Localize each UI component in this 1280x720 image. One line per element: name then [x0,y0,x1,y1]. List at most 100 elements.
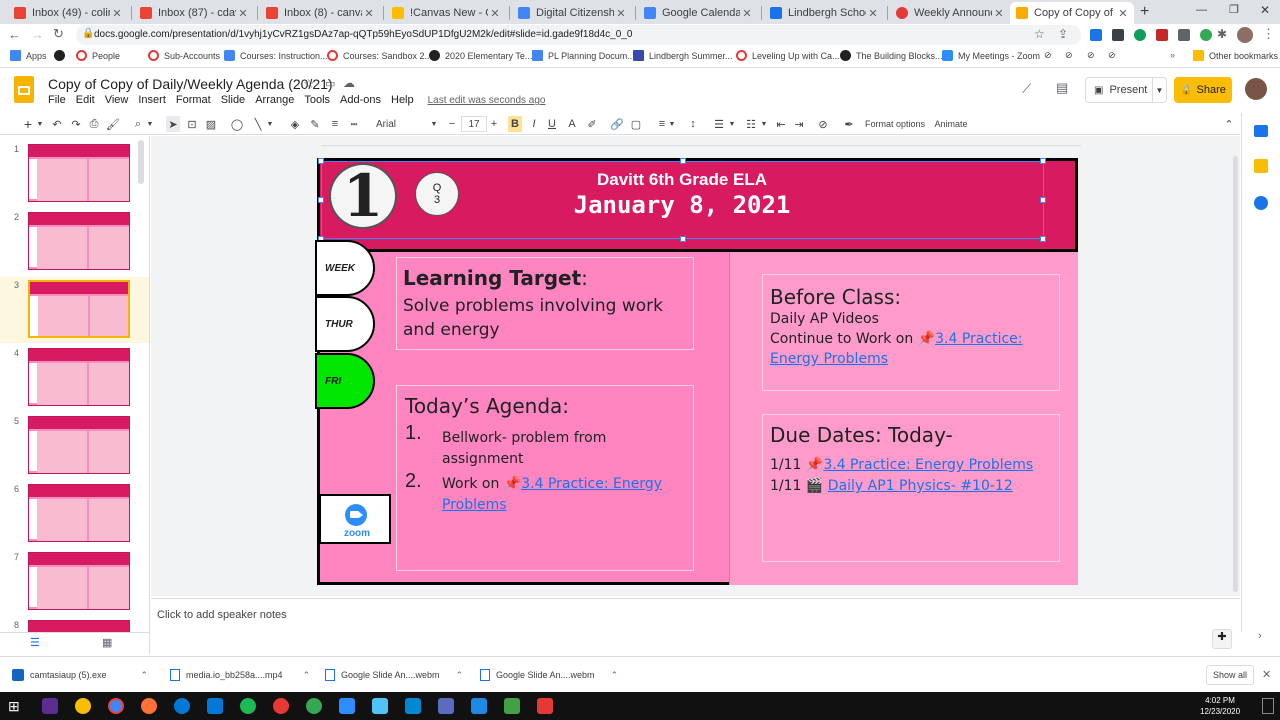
bookmark[interactable] [54,50,70,61]
teams-icon[interactable] [438,698,454,714]
bookmark[interactable]: Leveling Up with Ca... [736,50,840,61]
menu-tools[interactable]: Tools [304,94,330,106]
resize-handle[interactable] [318,158,324,164]
resize-handle[interactable] [680,158,686,164]
due-dates-box[interactable]: Due Dates: Today- 1/11 📌3.4 Practice: En… [762,414,1060,562]
slide-thumbnail[interactable] [28,552,130,610]
avatar[interactable] [1237,27,1253,43]
highlight-icon[interactable]: ✐ [585,116,599,132]
speaker-notes[interactable]: Click to add speaker notes [151,598,1240,632]
chevron-down-icon[interactable]: ▼ [430,116,438,132]
chevron-down-icon[interactable]: ▼ [145,116,155,132]
line-spacing-icon[interactable]: ↕ [686,116,700,132]
slide-thumbnail[interactable] [28,144,130,202]
user-avatar[interactable] [1245,78,1267,100]
chrome-icon[interactable] [75,698,91,714]
chevron-down-icon[interactable]: ▼ [36,116,44,132]
font-family-select[interactable]: Arial [376,116,431,132]
resize-handle[interactable] [1040,158,1046,164]
download-item[interactable]: Google Slide An....webm ⌃ [325,666,463,684]
maximize-icon[interactable]: ❐ [1229,3,1239,16]
menu-format[interactable]: Format [176,94,211,106]
bold-icon[interactable]: B [508,116,522,132]
border-color-icon[interactable]: ✎ [308,116,322,132]
menu-arrange[interactable]: Arrange [255,94,294,106]
activity-trend-icon[interactable]: ⟋ [1022,81,1031,97]
canvas-scrollbar[interactable] [1233,156,1238,592]
omnibox[interactable]: 🔒 docs.google.com/presentation/d/1vyhj1y… [76,25,1081,45]
animate-button[interactable]: Animate [933,116,969,132]
bookmark-globe-icon[interactable]: ⊘ [1065,50,1073,61]
close-icon[interactable]: ✕ [992,7,1006,20]
bookmark-globe-icon[interactable]: ⊘ [1087,50,1095,61]
text-box-icon[interactable]: ⊡ [185,116,199,132]
tab-thur[interactable]: THUR [315,296,375,352]
clear-formatting-icon[interactable]: ⊘ [816,116,830,132]
close-icon[interactable]: ✕ [1116,7,1130,20]
slide-thumbnail-selected[interactable] [28,280,130,338]
present-dropdown-icon[interactable]: ▼ [1152,78,1166,102]
bookmark[interactable]: The Building Blocks... [840,50,943,61]
undo-icon[interactable]: ↶ [50,116,64,132]
font-size-input[interactable]: 17 [461,116,487,132]
numbered-list-icon[interactable]: ☰ [712,116,726,132]
before-class-box[interactable]: Before Class: Daily AP Videos Continue t… [762,274,1060,391]
camtasia-icon[interactable] [504,698,520,714]
decrease-font-icon[interactable]: − [446,116,458,132]
clock[interactable]: 4:02 PM 12/23/2020 [1200,695,1240,717]
paint-format-icon[interactable]: 🖌 [106,116,120,132]
google-slides-logo-icon[interactable] [14,76,34,103]
redo-icon[interactable]: ↷ [69,116,83,132]
filmstrip-scrollbar[interactable] [138,140,144,184]
bookmark[interactable]: Lindbergh Summer... [633,50,733,61]
list-view-icon[interactable]: ☰ [30,636,40,649]
share-page-icon[interactable]: ⇪ [1058,27,1068,41]
app-icon[interactable] [273,698,289,714]
link-icon[interactable]: 🔗 [610,116,624,132]
keep-icon[interactable] [1254,159,1268,173]
grid-view-icon[interactable]: ▦ [102,636,112,649]
decrease-indent-icon[interactable]: ⇤ [774,116,788,132]
download-item[interactable]: camtasiaup (5).exe ⌃ [12,666,148,684]
image-icon[interactable]: ▨ [204,116,218,132]
chevron-down-icon[interactable]: ▼ [760,116,768,132]
window-close-icon[interactable]: ✕ [1260,3,1270,17]
close-icon[interactable]: ✕ [866,7,880,20]
tab-fri[interactable]: FRI [315,353,375,409]
resize-handle[interactable] [1040,197,1046,203]
extension-icon[interactable] [1156,29,1168,41]
pen-icon[interactable]: ✒ [842,116,856,132]
bookmark[interactable]: Courses: Instruction... [224,50,328,61]
slide-thumbnail[interactable] [28,484,130,542]
browser-tab[interactable]: Inbox (49) - colin.davitt ✕ [8,2,128,24]
tab-week[interactable]: WEEK [315,240,375,296]
extension-icon[interactable] [1112,29,1124,41]
download-item[interactable]: media.io_bb258a....mp4 ⌃ [170,666,310,684]
bookmark[interactable]: PL Planning Docum... [532,50,635,61]
browser-tab[interactable]: !Canvas New - Google ✕ [386,2,506,24]
extension-icon[interactable] [1200,29,1212,41]
other-bookmarks[interactable]: Other bookmarks [1193,50,1278,61]
bookmark-globe-icon[interactable]: ⊘ [1044,50,1052,61]
close-icon[interactable]: ✕ [236,7,250,20]
increase-indent-icon[interactable]: ⇥ [792,116,806,132]
chrome-icon[interactable] [108,698,124,714]
menu-view[interactable]: View [105,94,129,106]
menu-file[interactable]: File [48,94,66,106]
increase-font-icon[interactable]: + [488,116,500,132]
bookmark[interactable]: Courses: Sandbox 2... [327,50,432,61]
select-cursor-icon[interactable]: ➤ [166,116,180,132]
text-color-icon[interactable]: A [565,116,579,132]
comment-icon[interactable]: ▢ [629,116,643,132]
doc-title[interactable]: Copy of Copy of Daily/Weekly Agenda (20/… [48,76,333,92]
bookmark-globe-icon[interactable]: ⊘ [1108,50,1116,61]
show-all-button[interactable]: Show all [1206,665,1254,685]
bookmark[interactable]: People [76,50,120,61]
zoom-icon[interactable]: ⌕ [131,116,145,132]
align-icon[interactable]: ≡ [655,116,669,132]
bookmark[interactable]: Sub-Accounts [148,50,220,61]
back-icon[interactable]: ← [8,27,21,42]
close-icon[interactable]: ✕ [110,7,124,20]
share-button[interactable]: 🔒 Share [1174,77,1232,103]
learning-target-box[interactable]: Learning Target: Solve problems involvin… [396,257,694,350]
